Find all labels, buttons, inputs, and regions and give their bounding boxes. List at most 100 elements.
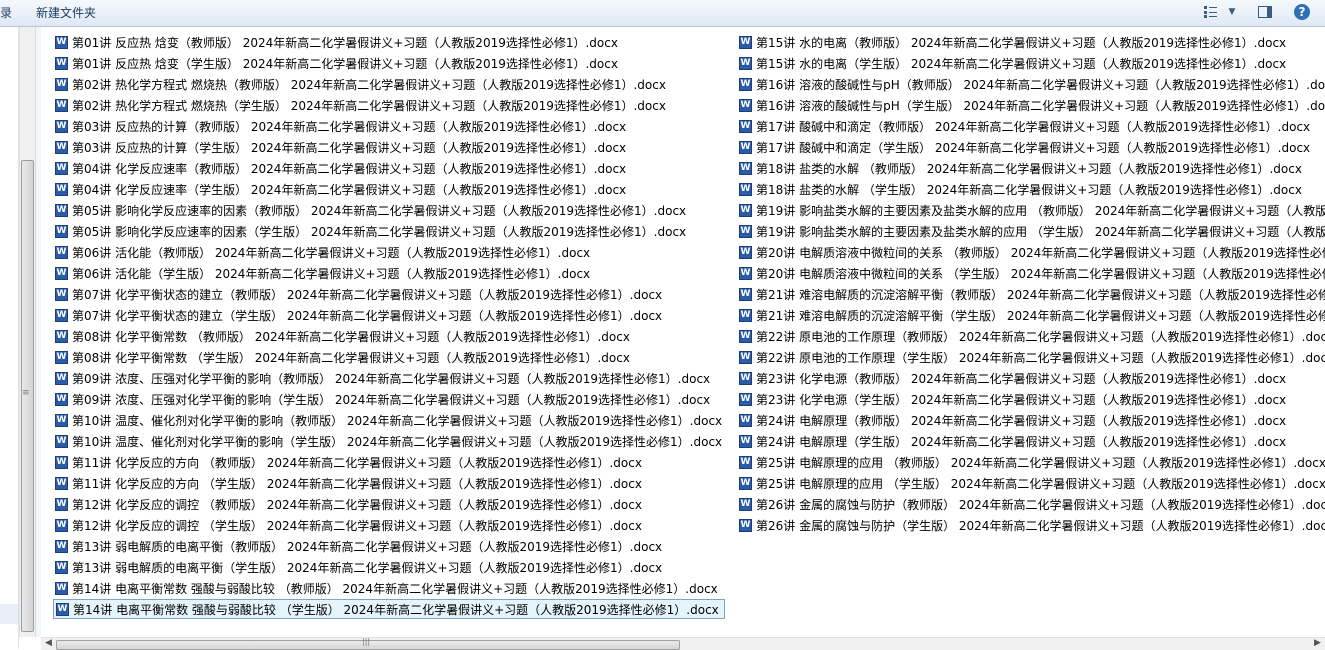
- file-item[interactable]: W 第03讲 反应热的计算（学生版） 2024年新高二化学暑假讲义+习题（人教版2…: [53, 137, 725, 157]
- file-item[interactable]: W 第14讲 电离平衡常数 强酸与弱酸比较 （教师版） 2024年新高二化学暑假讲…: [53, 578, 725, 598]
- file-item[interactable]: W 第18讲 盐类的水解 （教师版） 2024年新高二化学暑假讲义+习题（人教版2…: [737, 158, 1325, 178]
- file-name: 第10讲 温度、催化剂对化学平衡的影响（学生版） 2024年新高二化学暑假讲义+…: [72, 434, 723, 449]
- file-item[interactable]: W 第17讲 酸碱中和滴定（教师版） 2024年新高二化学暑假讲义+习题（人教版2…: [737, 116, 1325, 136]
- preview-pane-icon[interactable]: [1258, 6, 1272, 18]
- file-item[interactable]: W 第13讲 弱电解质的电离平衡（学生版） 2024年新高二化学暑假讲义+习题（人…: [53, 557, 725, 577]
- word-document-icon: W: [55, 161, 68, 175]
- word-document-icon: W: [55, 581, 68, 595]
- file-item[interactable]: W 第20讲 电解质溶液中微粒间的关系 （教师版） 2024年新高二化学暑假讲义+…: [737, 242, 1325, 262]
- file-name: 第06讲 活化能（学生版） 2024年新高二化学暑假讲义+习题（人教版2019选…: [72, 266, 591, 281]
- file-name: 第11讲 化学反应的方向 （教师版） 2024年新高二化学暑假讲义+习题（人教版…: [72, 455, 642, 470]
- file-item[interactable]: W 第14讲 电离平衡常数 强酸与弱酸比较 （学生版） 2024年新高二化学暑假讲…: [53, 599, 725, 619]
- word-document-icon: W: [55, 182, 68, 196]
- word-document-icon: W: [55, 497, 68, 511]
- file-item[interactable]: W 第02讲 热化学方程式 燃烧热（教师版） 2024年新高二化学暑假讲义+习题（…: [53, 74, 725, 94]
- file-name: 第03讲 反应热的计算（教师版） 2024年新高二化学暑假讲义+习题（人教版20…: [72, 119, 627, 134]
- chevron-down-icon[interactable]: ▼: [1227, 3, 1237, 21]
- file-item[interactable]: W 第10讲 温度、催化剂对化学平衡的影响（教师版） 2024年新高二化学暑假讲义…: [53, 410, 725, 430]
- file-item[interactable]: W 第22讲 原电池的工作原理（学生版） 2024年新高二化学暑假讲义+习题（人教…: [737, 347, 1325, 367]
- help-icon[interactable]: ?: [1294, 4, 1310, 20]
- file-item[interactable]: W 第02讲 热化学方程式 燃烧热（学生版） 2024年新高二化学暑假讲义+习题（…: [53, 95, 725, 115]
- word-document-icon: W: [55, 203, 68, 217]
- file-item[interactable]: W 第18讲 盐类的水解 （学生版） 2024年新高二化学暑假讲义+习题（人教版2…: [737, 179, 1325, 199]
- file-item[interactable]: W 第25讲 电解原理的应用 （教师版） 2024年新高二化学暑假讲义+习题（人教…: [737, 452, 1325, 472]
- word-document-icon: W: [739, 140, 752, 154]
- file-item[interactable]: W 第16讲 溶液的酸碱性与pH（教师版） 2024年新高二化学暑假讲义+习题（人…: [737, 74, 1325, 94]
- word-document-icon: W: [739, 182, 752, 196]
- file-item[interactable]: W 第09讲 浓度、压强对化学平衡的影响（教师版） 2024年新高二化学暑假讲义+…: [53, 368, 725, 388]
- file-item[interactable]: W 第24讲 电解原理（学生版） 2024年新高二化学暑假讲义+习题（人教版201…: [737, 431, 1325, 451]
- scroll-left-arrow-icon[interactable]: ◀: [45, 638, 52, 648]
- file-item[interactable]: W 第05讲 影响化学反应速率的因素（教师版） 2024年新高二化学暑假讲义+习题…: [53, 200, 725, 220]
- navigation-pane[interactable]: [0, 27, 19, 649]
- file-item[interactable]: W 第19讲 影响盐类水解的主要因素及盐类水解的应用 （学生版） 2024年新高二…: [737, 221, 1325, 241]
- file-name: 第01讲 反应热 焓变（学生版） 2024年新高二化学暑假讲义+习题（人教版20…: [72, 56, 618, 71]
- file-item[interactable]: W 第11讲 化学反应的方向 （学生版） 2024年新高二化学暑假讲义+习题（人教…: [53, 473, 725, 493]
- file-item[interactable]: W 第08讲 化学平衡常数 （教师版） 2024年新高二化学暑假讲义+习题（人教版…: [53, 326, 725, 346]
- file-name: 第23讲 化学电源（教师版） 2024年新高二化学暑假讲义+习题（人教版2019…: [756, 371, 1287, 386]
- word-document-icon: W: [739, 161, 752, 175]
- new-folder-button[interactable]: 新建文件夹: [36, 4, 96, 21]
- file-item[interactable]: W 第17讲 酸碱中和滴定（学生版） 2024年新高二化学暑假讲义+习题（人教版2…: [737, 137, 1325, 157]
- word-document-icon: W: [739, 98, 752, 112]
- word-document-icon: W: [55, 350, 68, 364]
- file-list: W 第01讲 反应热 焓变（教师版） 2024年新高二化学暑假讲义+习题（人教版2…: [41, 27, 1325, 637]
- word-document-icon: W: [55, 392, 68, 406]
- file-item[interactable]: W 第21讲 难溶电解质的沉淀溶解平衡（教师版） 2024年新高二化学暑假讲义+习…: [737, 284, 1325, 304]
- word-document-icon: W: [739, 308, 752, 322]
- file-item[interactable]: W 第04讲 化学反应速率（教师版） 2024年新高二化学暑假讲义+习题（人教版2…: [53, 158, 725, 178]
- file-item[interactable]: W 第08讲 化学平衡常数 （学生版） 2024年新高二化学暑假讲义+习题（人教版…: [53, 347, 725, 367]
- file-item[interactable]: W 第15讲 水的电离（教师版） 2024年新高二化学暑假讲义+习题（人教版201…: [737, 32, 1325, 52]
- file-item[interactable]: W 第23讲 化学电源（教师版） 2024年新高二化学暑假讲义+习题（人教版201…: [737, 368, 1325, 388]
- file-name: 第19讲 影响盐类水解的主要因素及盐类水解的应用 （教师版） 2024年新高二化…: [756, 203, 1325, 218]
- file-item[interactable]: W 第21讲 难溶电解质的沉淀溶解平衡（学生版） 2024年新高二化学暑假讲义+习…: [737, 305, 1325, 325]
- file-item[interactable]: W 第20讲 电解质溶液中微粒间的关系 （学生版） 2024年新高二化学暑假讲义+…: [737, 263, 1325, 283]
- file-name: 第22讲 原电池的工作原理（教师版） 2024年新高二化学暑假讲义+习题（人教版…: [756, 329, 1325, 344]
- word-document-icon: W: [739, 455, 752, 469]
- file-item[interactable]: W 第06讲 活化能（教师版） 2024年新高二化学暑假讲义+习题（人教版2019…: [53, 242, 725, 262]
- file-item[interactable]: W 第04讲 化学反应速率（学生版） 2024年新高二化学暑假讲义+习题（人教版2…: [53, 179, 725, 199]
- file-item[interactable]: W 第24讲 电解原理（教师版） 2024年新高二化学暑假讲义+习题（人教版201…: [737, 410, 1325, 430]
- file-item[interactable]: W 第12讲 化学反应的调控 （学生版） 2024年新高二化学暑假讲义+习题（人教…: [53, 515, 725, 535]
- navigation-selected-item[interactable]: [0, 604, 18, 624]
- file-name: 第18讲 盐类的水解 （学生版） 2024年新高二化学暑假讲义+习题（人教版20…: [756, 182, 1302, 197]
- file-item[interactable]: W 第09讲 浓度、压强对化学平衡的影响（学生版） 2024年新高二化学暑假讲义+…: [53, 389, 725, 409]
- file-name: 第09讲 浓度、压强对化学平衡的影响（教师版） 2024年新高二化学暑假讲义+习…: [72, 371, 711, 386]
- file-item[interactable]: W 第05讲 影响化学反应速率的因素（学生版） 2024年新高二化学暑假讲义+习题…: [53, 221, 725, 241]
- file-name: 第07讲 化学平衡状态的建立（教师版） 2024年新高二化学暑假讲义+习题（人教…: [72, 287, 663, 302]
- file-name: 第12讲 化学反应的调控 （教师版） 2024年新高二化学暑假讲义+习题（人教版…: [72, 497, 642, 512]
- word-document-icon: W: [55, 518, 68, 532]
- file-name: 第08讲 化学平衡常数 （学生版） 2024年新高二化学暑假讲义+习题（人教版2…: [72, 350, 630, 365]
- file-item[interactable]: W 第03讲 反应热的计算（教师版） 2024年新高二化学暑假讲义+习题（人教版2…: [53, 116, 725, 136]
- file-item[interactable]: W 第11讲 化学反应的方向 （教师版） 2024年新高二化学暑假讲义+习题（人教…: [53, 452, 725, 472]
- view-options-icon[interactable]: [1203, 3, 1219, 21]
- word-document-icon: W: [55, 560, 68, 574]
- file-item[interactable]: W 第26讲 金属的腐蚀与防护（学生版） 2024年新高二化学暑假讲义+习题（人教…: [737, 515, 1325, 535]
- file-item[interactable]: W 第12讲 化学反应的调控 （教师版） 2024年新高二化学暑假讲义+习题（人教…: [53, 494, 725, 514]
- file-item[interactable]: W 第25讲 电解原理的应用 （学生版） 2024年新高二化学暑假讲义+习题（人教…: [737, 473, 1325, 493]
- file-item[interactable]: W 第16讲 溶液的酸碱性与pH（学生版） 2024年新高二化学暑假讲义+习题（人…: [737, 95, 1325, 115]
- scroll-right-arrow-icon[interactable]: ▶: [1314, 638, 1321, 648]
- word-document-icon: W: [55, 539, 68, 553]
- file-item[interactable]: W 第07讲 化学平衡状态的建立（学生版） 2024年新高二化学暑假讲义+习题（人…: [53, 305, 725, 325]
- file-item[interactable]: W 第07讲 化学平衡状态的建立（教师版） 2024年新高二化学暑假讲义+习题（人…: [53, 284, 725, 304]
- file-item[interactable]: W 第01讲 反应热 焓变（教师版） 2024年新高二化学暑假讲义+习题（人教版2…: [53, 32, 725, 52]
- file-name: 第15讲 水的电离（教师版） 2024年新高二化学暑假讲义+习题（人教版2019…: [756, 35, 1287, 50]
- file-item[interactable]: W 第06讲 活化能（学生版） 2024年新高二化学暑假讲义+习题（人教版2019…: [53, 263, 725, 283]
- file-item[interactable]: W 第26讲 金属的腐蚀与防护（教师版） 2024年新高二化学暑假讲义+习题（人教…: [737, 494, 1325, 514]
- file-item[interactable]: W 第23讲 化学电源（学生版） 2024年新高二化学暑假讲义+习题（人教版201…: [737, 389, 1325, 409]
- word-document-icon: W: [55, 77, 68, 91]
- file-item[interactable]: W 第15讲 水的电离（学生版） 2024年新高二化学暑假讲义+习题（人教版201…: [737, 53, 1325, 73]
- file-name: 第01讲 反应热 焓变（教师版） 2024年新高二化学暑假讲义+习题（人教版20…: [72, 35, 618, 50]
- file-item[interactable]: W 第10讲 温度、催化剂对化学平衡的影响（学生版） 2024年新高二化学暑假讲义…: [53, 431, 725, 451]
- file-item[interactable]: W 第13讲 弱电解质的电离平衡（教师版） 2024年新高二化学暑假讲义+习题（人…: [53, 536, 725, 556]
- file-item[interactable]: W 第01讲 反应热 焓变（学生版） 2024年新高二化学暑假讲义+习题（人教版2…: [53, 53, 725, 73]
- file-name: 第25讲 电解原理的应用 （教师版） 2024年新高二化学暑假讲义+习题（人教版…: [756, 455, 1325, 470]
- word-document-icon: W: [55, 98, 68, 112]
- file-item[interactable]: W 第19讲 影响盐类水解的主要因素及盐类水解的应用 （教师版） 2024年新高二…: [737, 200, 1325, 220]
- word-document-icon: W: [739, 245, 752, 259]
- file-item[interactable]: W 第22讲 原电池的工作原理（教师版） 2024年新高二化学暑假讲义+习题（人教…: [737, 326, 1325, 346]
- word-document-icon: W: [55, 245, 68, 259]
- toolbar-left-item[interactable]: 录: [0, 4, 12, 21]
- word-document-icon: W: [739, 224, 752, 238]
